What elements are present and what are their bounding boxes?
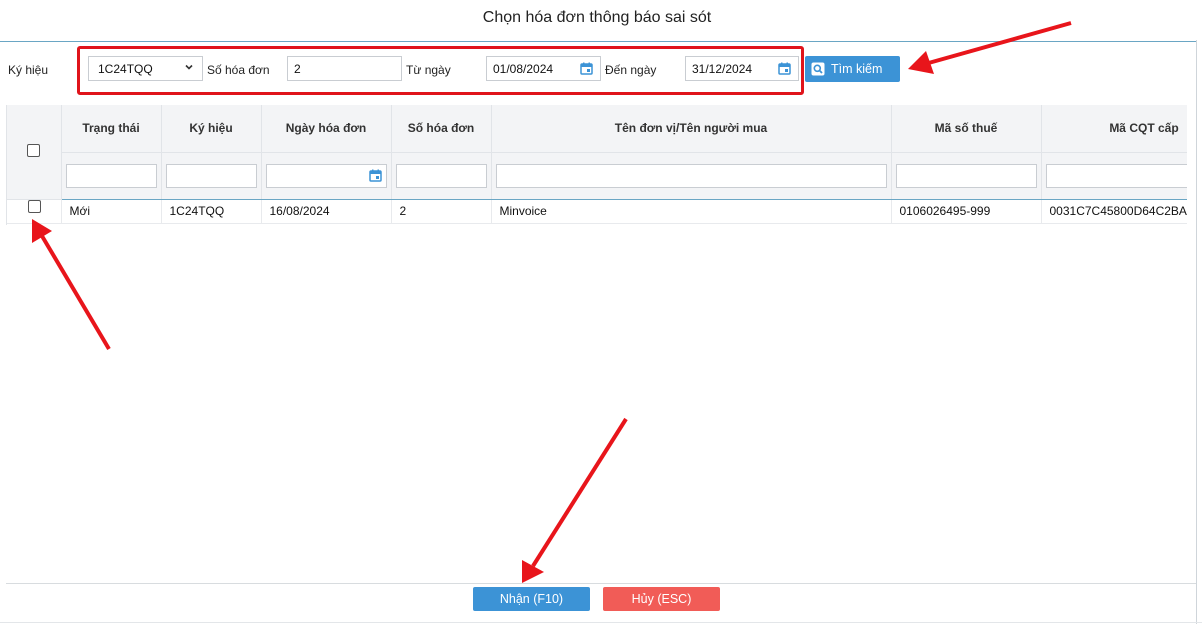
cell-invoice-date: 16/08/2024 [261, 199, 392, 224]
footer-divider [6, 583, 1196, 584]
search-button-label: Tìm kiếm [831, 62, 883, 76]
cell-authority-code: 0031C7C45800D64C2BA [1041, 199, 1187, 224]
from-date-label: Từ ngày [406, 63, 451, 77]
dialog-title: Chọn hóa đơn thông báo sai sót [482, 9, 712, 26]
col-header-authority-code[interactable]: Mã CQT cấp [1041, 105, 1187, 153]
col-header-tax-code[interactable]: Mã số thuế [891, 105, 1042, 153]
select-all-checkbox[interactable] [27, 143, 41, 157]
col-header-symbol[interactable]: Ký hiệu [161, 105, 262, 153]
title-divider [0, 41, 1196, 42]
filter-invoice-date-input[interactable] [265, 163, 387, 188]
arrow-to-accept-button [522, 417, 628, 583]
arrow-to-row-checkbox [32, 219, 111, 351]
filter-status-input[interactable] [65, 163, 157, 188]
search-button[interactable]: Tìm kiếm [805, 56, 900, 82]
from-date-input[interactable]: 01/08/2024 [486, 56, 601, 81]
row-select-cell [7, 199, 62, 224]
from-date-value: 01/08/2024 [493, 62, 554, 76]
bottom-edge [0, 622, 1202, 623]
select-all-header [7, 105, 62, 200]
col-header-invoice-date[interactable]: Ngày hóa đơn [261, 105, 392, 153]
cell-status: Mới [61, 199, 162, 224]
calendar-icon[interactable] [580, 62, 593, 75]
filter-tax-code-input[interactable] [895, 163, 1037, 188]
col-header-status[interactable]: Trạng thái [61, 105, 162, 153]
filter-buyer-name-input[interactable] [495, 163, 887, 188]
dialog: Chọn hóa đơn thông báo sai sót Ký hiệu 1… [0, 0, 1202, 624]
invoice-no-label: Số hóa đơn [207, 63, 270, 77]
annotation-arrows [32, 21, 1072, 583]
to-date-label: Đến ngày [605, 63, 657, 77]
col-header-buyer-name[interactable]: Tên đơn vị/Tên người mua [491, 105, 892, 153]
to-date-value: 31/12/2024 [692, 62, 753, 76]
chevron-down-icon [185, 64, 193, 70]
calendar-icon[interactable] [778, 62, 791, 75]
arrow-to-search-button [908, 21, 1072, 74]
dialog-right-edge [1196, 40, 1197, 624]
table-row[interactable]: Mới 1C24TQQ 16/08/2024 2 Minvoice 010602… [7, 199, 1187, 224]
search-icon [811, 62, 825, 76]
col-header-invoice-no[interactable]: Số hóa đơn [391, 105, 492, 153]
cell-invoice-no: 2 [391, 199, 492, 224]
filter-symbol-input[interactable] [165, 163, 257, 188]
filter-invoice-no-input[interactable] [395, 163, 487, 188]
cell-tax-code: 0106026495-999 [891, 199, 1042, 224]
symbol-select[interactable]: 1C24TQQ [88, 56, 203, 81]
cancel-button[interactable]: Hủy (ESC) [603, 587, 720, 611]
to-date-input[interactable]: 31/12/2024 [685, 56, 799, 81]
filter-authority-code-input[interactable] [1045, 163, 1187, 188]
row-checkbox[interactable] [28, 200, 42, 213]
invoice-no-input[interactable]: 2 [287, 56, 402, 81]
cell-buyer-name: Minvoice [491, 199, 892, 224]
symbol-label: Ký hiệu [8, 63, 49, 77]
cell-symbol: 1C24TQQ [161, 199, 262, 224]
accept-button[interactable]: Nhận (F10) [473, 587, 590, 611]
invoice-grid: Trạng thái Ký hiệu Ngày hóa đơn Số hóa đ… [6, 105, 1187, 225]
invoice-no-value: 2 [294, 62, 301, 76]
symbol-select-value: 1C24TQQ [98, 62, 153, 76]
calendar-icon[interactable] [368, 169, 382, 182]
